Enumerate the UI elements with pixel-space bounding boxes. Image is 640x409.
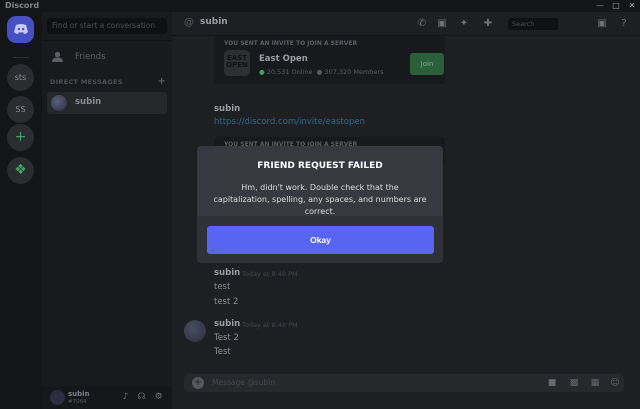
dialog-footer: Okay [197, 216, 443, 263]
window-title: Discord [5, 1, 40, 10]
title-bar: Discord — □ ✕ [0, 0, 640, 12]
maximize-icon[interactable]: □ [610, 1, 622, 11]
minimize-icon[interactable]: — [594, 1, 606, 11]
dialog-message: Hm, didn't work. Double check that the c… [213, 183, 427, 216]
okay-button[interactable]: Okay [207, 226, 434, 254]
close-icon[interactable]: ✕ [626, 1, 638, 11]
friend-request-failed-dialog: FRIEND REQUEST FAILED Hm, didn't work. D… [197, 146, 443, 263]
dialog-title: FRIEND REQUEST FAILED [257, 161, 383, 171]
discord-app: Discord — □ ✕ sts SS + ❖ Find or start a… [0, 0, 640, 409]
